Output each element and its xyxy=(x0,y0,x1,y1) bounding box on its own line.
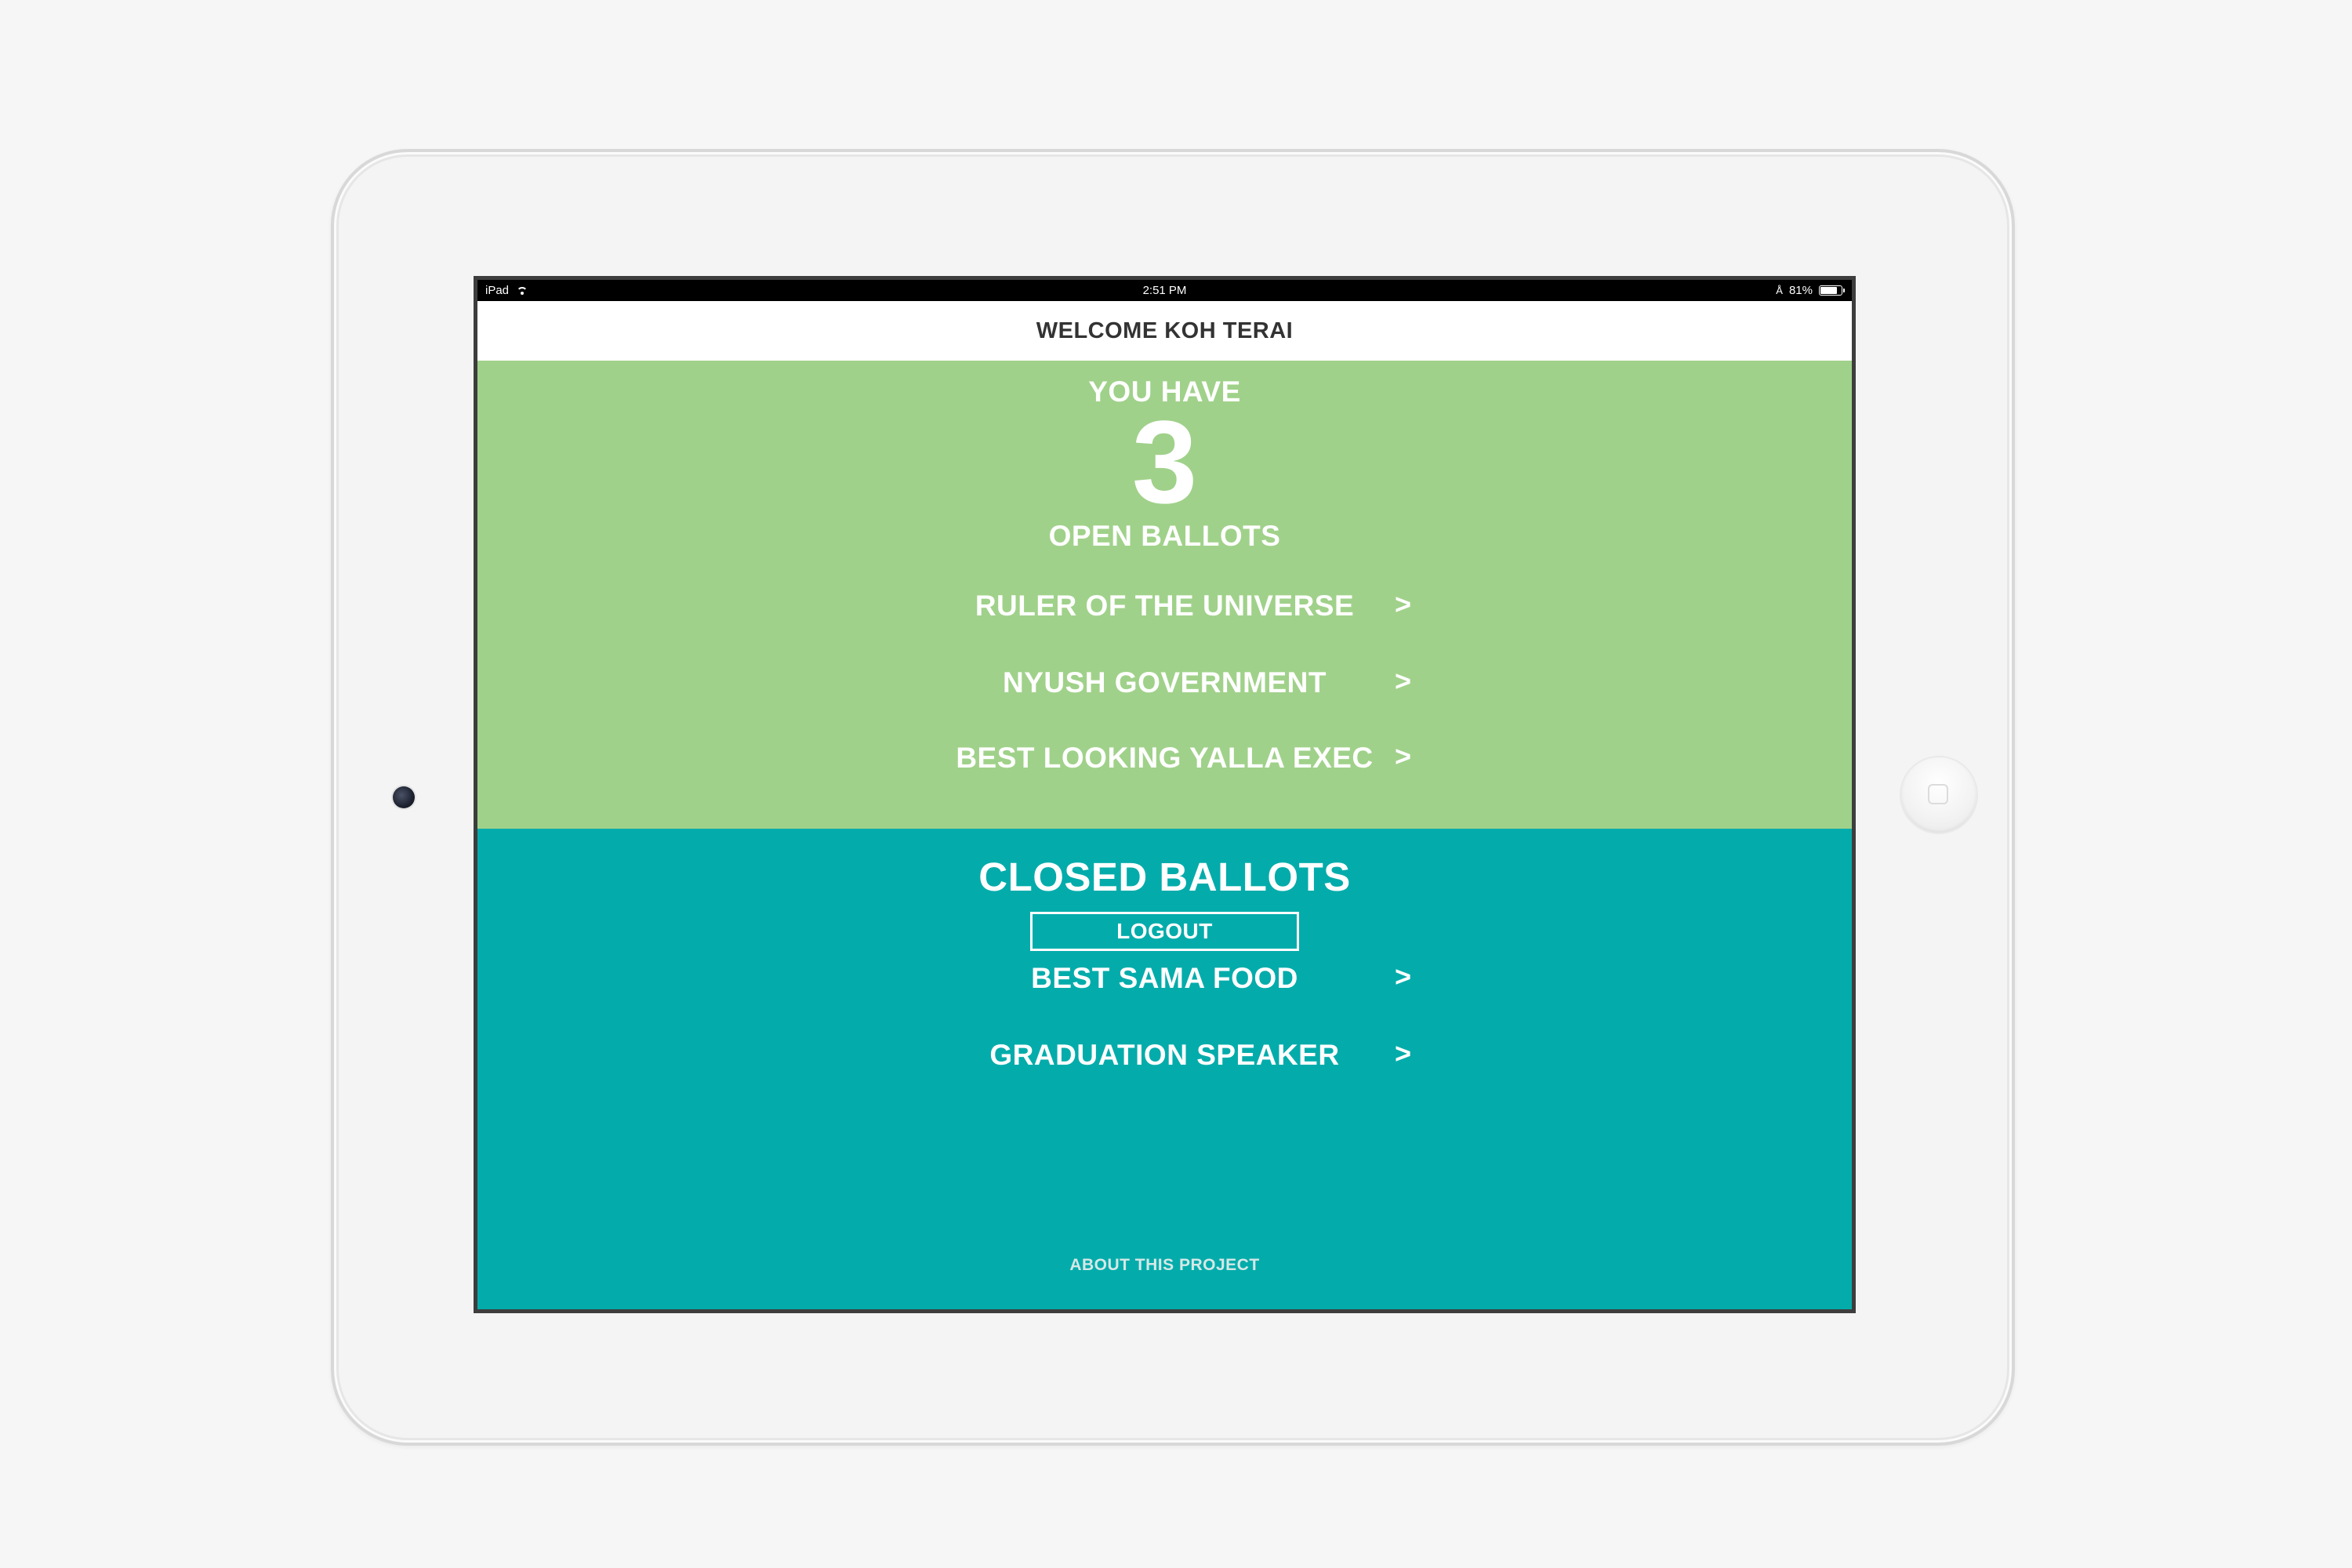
home-button-icon xyxy=(1928,784,1948,804)
battery-level xyxy=(1820,287,1837,294)
status-bar: iPad 2:51 PM Å 81% xyxy=(477,280,1852,301)
open-ballots-section: YOU HAVE 3 OPEN BALLOTS RULER OF THE UNI… xyxy=(477,361,1852,829)
app-viewport: iPad 2:51 PM Å 81% WELCOME KOH TERAI YOU… xyxy=(477,280,1852,1309)
open-ballot-count: 3 xyxy=(1131,396,1198,528)
ballot-label: GRADUATION SPEAKER xyxy=(989,1039,1340,1071)
chevron-right-icon: > xyxy=(1395,740,1412,772)
battery-icon xyxy=(1819,285,1845,296)
chevron-right-icon: > xyxy=(1395,665,1412,697)
camera-icon xyxy=(393,786,415,808)
open-ballots-label: OPEN BALLOTS xyxy=(1048,520,1281,552)
open-ballot-ruler-of-the-universe[interactable]: RULER OF THE UNIVERSE > xyxy=(477,583,1852,630)
chevron-right-icon: > xyxy=(1395,588,1412,620)
closed-ballots-title: CLOSED BALLOTS xyxy=(978,855,1351,899)
closed-ballot-best-sama-food[interactable]: BEST SAMA FOOD > xyxy=(477,955,1852,1002)
closed-ballot-graduation-speaker[interactable]: GRADUATION SPEAKER > xyxy=(477,1032,1852,1079)
ballot-label: BEST LOOKING YALLA EXEC xyxy=(956,742,1374,774)
battery-percent: 81% xyxy=(1788,284,1813,297)
ipad-screen: iPad 2:51 PM Å 81% WELCOME KOH TERAI YOU… xyxy=(474,276,1856,1313)
ballot-label: BEST SAMA FOOD xyxy=(1031,962,1298,994)
ballot-label: RULER OF THE UNIVERSE xyxy=(975,590,1355,622)
bluetooth-icon: Å xyxy=(1776,285,1783,296)
open-ballot-nyush-government[interactable]: NYUSH GOVERNMENT > xyxy=(477,659,1852,706)
status-right: Å 81% xyxy=(1776,280,1845,301)
home-button[interactable] xyxy=(1901,757,1976,833)
open-ballot-best-looking-yalla-exec[interactable]: BEST LOOKING YALLA EXEC > xyxy=(477,735,1852,782)
chevron-right-icon: > xyxy=(1395,960,1412,993)
logout-button[interactable]: LOGOUT xyxy=(1030,912,1299,951)
ballot-label: NYUSH GOVERNMENT xyxy=(1003,666,1327,699)
about-project-link[interactable]: ABOUT THIS PROJECT xyxy=(477,1256,1852,1275)
closed-ballots-section: CLOSED BALLOTS BEST SAMA FOOD > GRADUATI… xyxy=(477,829,1852,1309)
welcome-header: WELCOME KOH TERAI xyxy=(477,301,1852,361)
status-time: 2:51 PM xyxy=(1142,284,1187,297)
chevron-right-icon: > xyxy=(1395,1037,1412,1069)
